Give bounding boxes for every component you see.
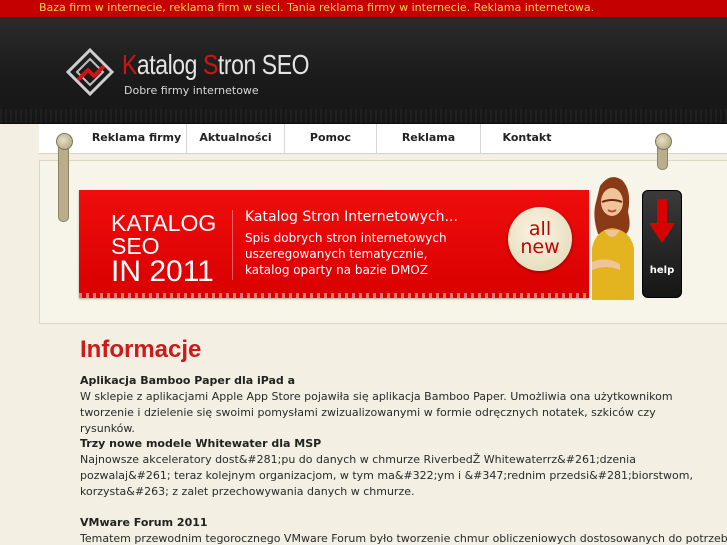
logo-subtitle: Dobre firmy internetowe [124,84,259,97]
logo-title-initial-s: S [202,49,218,80]
nav-item-pomoc[interactable]: Pomoc [285,124,377,154]
news-item-body: Najnowsze akceleratory dost&#281;pu do d… [80,453,693,498]
site-header: Katalog Stron SEO Dobre firmy internetow… [0,17,727,124]
news-item: Aplikacja Bamboo Paper dla iPad a W skle… [80,373,700,437]
news-item-body: Tematem przewodnim tegorocznego VMware F… [80,532,727,545]
news-item-title[interactable]: VMware Forum 2011 [80,515,700,531]
nav-item-reklama-firmy[interactable]: Reklama firmy [87,124,187,154]
banner-divider [232,210,233,280]
nav-item-reklama[interactable]: Reklama [377,124,481,154]
news-item: VMware Forum 2011 Tematem przewodnim teg… [80,515,727,545]
banner-description: Spis dobrych stron internetowych uszereg… [245,231,447,277]
news-item-title[interactable]: Aplikacja Bamboo Paper dla iPad a [80,373,700,389]
arrow-down-icon [649,199,675,243]
banner-headline: Katalog Stron Internetowych... [245,209,458,225]
all-new-badge: all new [508,207,572,271]
top-bar-text: Baza firm w internecie, reklama firm w s… [39,1,595,14]
badge-line-2: new [520,236,560,258]
banner-year-text: IN 2011 [111,255,214,288]
nav-item-kontakt[interactable]: Kontakt [481,124,573,154]
logo-title-initial-k: K [122,49,137,80]
main-navigation: Reklama firmy Aktualności Pomoc Reklama … [39,124,727,154]
pin-right-decoration [655,133,672,170]
logo-title-word-1: atalog [136,49,203,80]
logo-title[interactable]: Katalog Stron SEO [122,49,309,81]
top-bar: Baza firm w internecie, reklama firm w s… [0,0,727,17]
news-item: Trzy nowe modele Whitewater dla MSP Najn… [80,436,700,500]
logo-icon[interactable] [64,46,116,98]
logo-title-word-2: tron SEO [217,49,310,80]
woman-illustration [592,177,634,300]
help-label: help [649,265,675,276]
news-item-title[interactable]: Trzy nowe modele Whitewater dla MSP [80,436,700,452]
help-button[interactable]: help [642,190,682,298]
section-title: Informacje [80,336,202,363]
pin-left-decoration [56,133,73,222]
banner-katalog-text: KATALOG [111,210,217,236]
nav-item-aktualnosci[interactable]: Aktualności [187,124,285,154]
news-item-body: W sklepie z aplikacjami Apple App Store … [80,390,673,435]
